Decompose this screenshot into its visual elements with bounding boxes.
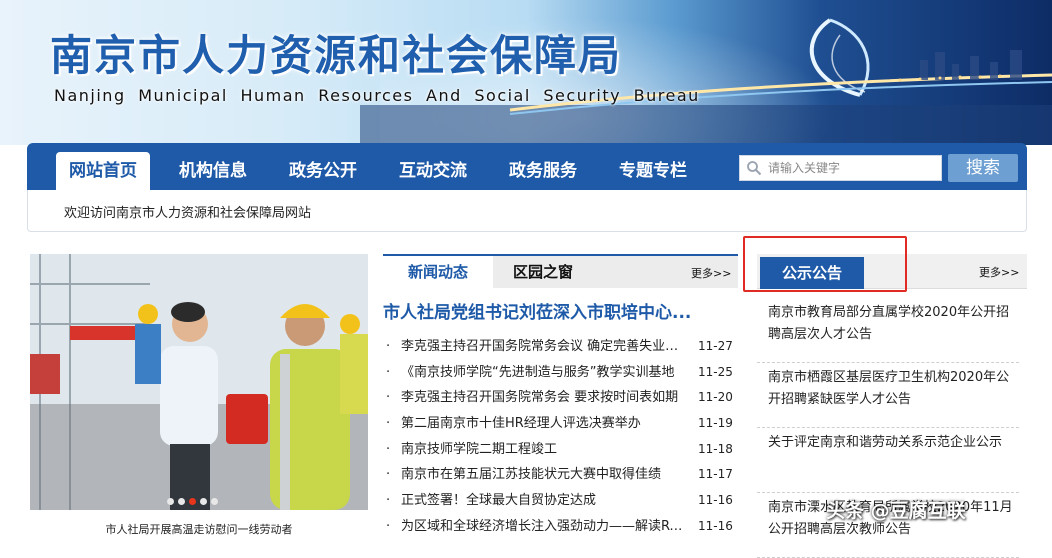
news-item-date: 11-18 bbox=[698, 441, 733, 456]
news-item-date: 11-16 bbox=[698, 518, 733, 533]
site-title: 南京市人力资源和社会保障局 bbox=[50, 31, 623, 80]
notice-item[interactable]: 南京市栖霞区基层医疗卫生机构2020年公开招聘紧缺医学人才公告 bbox=[757, 363, 1019, 428]
news-item-date: 11-19 bbox=[698, 416, 733, 431]
news-item[interactable]: · 李克强主持召开国务院常务会 要求按时间表如期 11-20 bbox=[383, 385, 738, 411]
news-item[interactable]: · 南京市在第五届江苏技能状元大赛中取得佳绩 11-17 bbox=[383, 462, 738, 488]
notice-item-title: 南京市栖霞区基层医疗卫生机构2020年公开招聘紧缺医学人才公告 bbox=[768, 370, 1010, 407]
search-icon bbox=[747, 161, 762, 176]
nav-item-org-info[interactable]: 机构信息 bbox=[179, 152, 247, 190]
nav-item-special-topics[interactable]: 专题专栏 bbox=[619, 152, 687, 190]
news-item-title: 为区域和全球经济增长注入强劲动力——解读RCEP bbox=[401, 518, 691, 534]
notice-item-title: 南京市教育局部分直属学校2020年公开招聘高层次人才公告 bbox=[768, 305, 1010, 342]
news-item[interactable]: · 《南京技师学院“先进制造与服务”教学实训基地 11-25 bbox=[383, 360, 738, 386]
carousel-photo bbox=[30, 254, 368, 510]
nav-item-gov-services[interactable]: 政务服务 bbox=[509, 152, 577, 190]
welcome-text: 欢迎访问南京市人力资源和社会保障局网站 bbox=[64, 206, 312, 221]
nav-item-gov-affairs[interactable]: 政务公开 bbox=[289, 152, 357, 190]
news-item-title: 南京技师学院二期工程竣工 bbox=[401, 441, 558, 457]
news-item-date: 11-25 bbox=[698, 364, 733, 379]
header-banner: 南京市人力资源和社会保障局 Nanjing Municipal Human Re… bbox=[0, 0, 1052, 145]
news-item-title: 李克强主持召开国务院常务会 要求按时间表如期 bbox=[401, 390, 679, 406]
welcome-bar: 欢迎访问南京市人力资源和社会保障局网站 bbox=[27, 190, 1027, 232]
photo-carousel-image[interactable] bbox=[30, 254, 368, 510]
news-item[interactable]: · 为区域和全球经济增长注入强劲动力——解读RCEP 11-16 bbox=[383, 514, 738, 540]
news-item[interactable]: · 正式签署！全球最大自贸协定达成 11-16 bbox=[383, 488, 738, 514]
carousel-dot[interactable] bbox=[178, 498, 185, 505]
news-item[interactable]: · 第二届南京市十佳HR经理人评选决赛举办 11-19 bbox=[383, 411, 738, 437]
news-list: · 李克强主持召开国务院常务会议 确定完善失业保险 11-27 · 《南京技师学院“先… bbox=[383, 334, 738, 540]
search-input[interactable] bbox=[768, 158, 936, 178]
notice-item[interactable]: 南京市教育局部分直属学校2020年公开招聘高层次人才公告 bbox=[757, 298, 1019, 363]
news-item-date: 11-17 bbox=[698, 467, 733, 482]
news-item[interactable]: · 南京技师学院二期工程竣工 11-18 bbox=[383, 437, 738, 463]
news-item-title: 《南京技师学院“先进制造与服务”教学实训基地 bbox=[401, 364, 675, 380]
watermark: 头条 @豆腐互联 bbox=[826, 500, 966, 522]
news-item-title: 南京市在第五届江苏技能状元大赛中取得佳绩 bbox=[401, 467, 662, 483]
news-headline[interactable]: 市人社局党组书记刘莅深入市职培中心... bbox=[383, 298, 738, 323]
site-subtitle: Nanjing Municipal Human Resources And So… bbox=[54, 86, 700, 105]
news-tab-bar: 新闻动态 区园之窗 更多>> bbox=[383, 254, 738, 288]
carousel-dot[interactable] bbox=[200, 498, 207, 505]
news-item-title: 正式签署！全球最大自贸协定达成 bbox=[401, 493, 597, 509]
news-panel: 新闻动态 区园之窗 更多>> 市人社局党组书记刘莅深入市职培中心... · 李克强… bbox=[383, 254, 738, 539]
main-nav: 网站首页 机构信息 政务公开 互动交流 政务服务 专题专栏 搜索 bbox=[27, 143, 1027, 190]
tab-district-window[interactable]: 区园之窗 bbox=[513, 256, 573, 288]
tab-news[interactable]: 新闻动态 bbox=[383, 256, 493, 288]
carousel-dot[interactable] bbox=[211, 498, 218, 505]
news-item-title: 李克强主持召开国务院常务会议 确定完善失业保险 bbox=[401, 339, 691, 354]
nav-item-interaction[interactable]: 互动交流 bbox=[399, 152, 467, 190]
carousel-dot-active[interactable] bbox=[189, 498, 196, 505]
news-more-link[interactable]: 更多>> bbox=[691, 265, 731, 281]
news-item-date: 11-20 bbox=[698, 390, 733, 405]
notice-highlight-box bbox=[743, 236, 907, 292]
news-item[interactable]: · 李克强主持召开国务院常务会议 确定完善失业保险 11-27 bbox=[383, 334, 738, 360]
news-item-date: 11-16 bbox=[698, 493, 733, 508]
photo-caption[interactable]: 市人社局开展高温走访慰问一线劳动者 bbox=[30, 510, 368, 539]
news-item-title: 第二届南京市十佳HR经理人评选决赛举办 bbox=[401, 416, 641, 432]
carousel-dots bbox=[167, 491, 222, 505]
notice-more-link[interactable]: 更多>> bbox=[979, 264, 1019, 280]
nav-item-home[interactable]: 网站首页 bbox=[56, 152, 150, 190]
search-box bbox=[739, 155, 942, 181]
notice-item[interactable]: 关于评定南京和谐劳动关系示范企业公示 bbox=[757, 428, 1019, 493]
search-button[interactable]: 搜索 bbox=[948, 154, 1018, 182]
news-item-date: 11-27 bbox=[698, 339, 733, 353]
carousel-dot[interactable] bbox=[167, 498, 174, 505]
notice-item-title: 关于评定南京和谐劳动关系示范企业公示 bbox=[768, 435, 1003, 450]
